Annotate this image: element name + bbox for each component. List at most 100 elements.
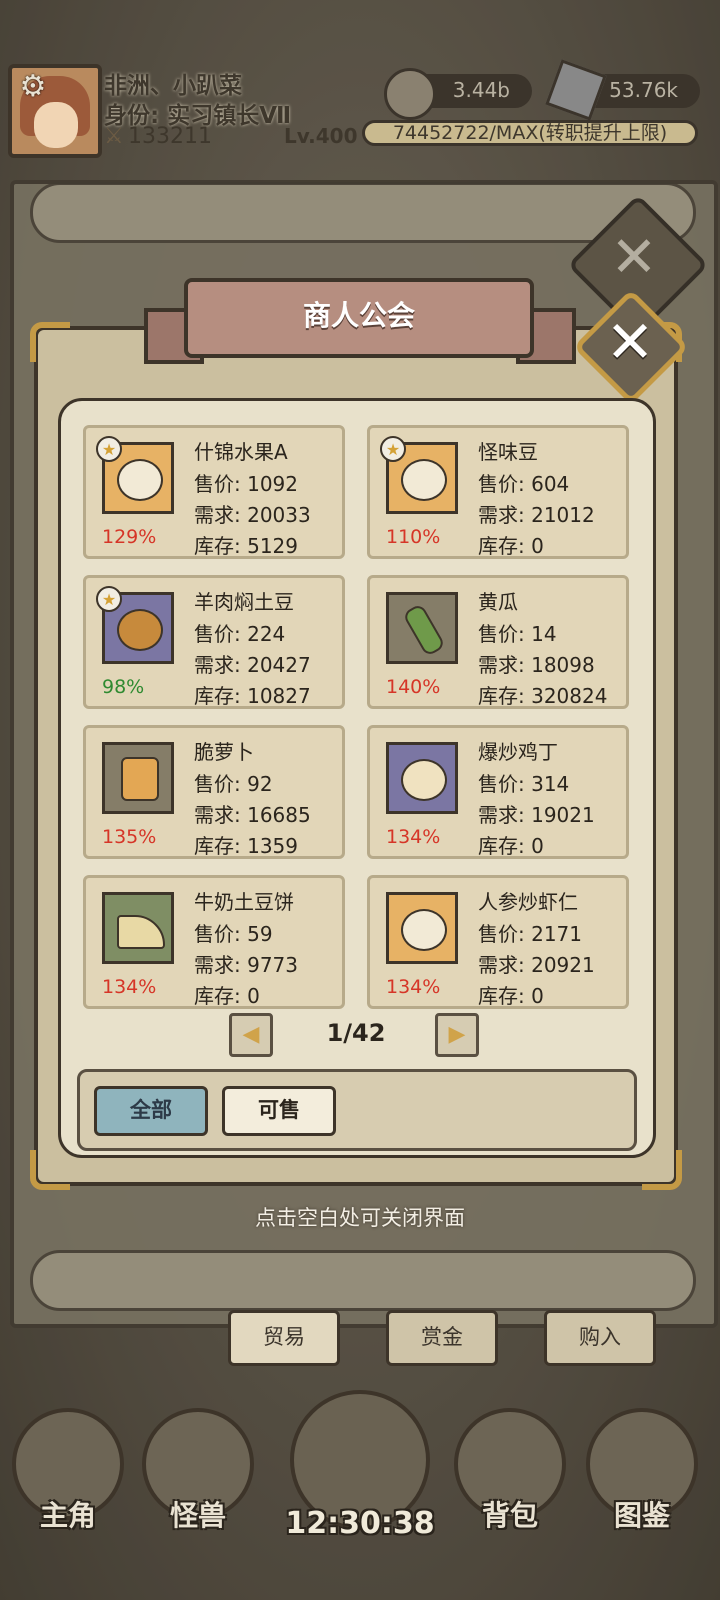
item-price: 售价: 59: [194, 922, 273, 946]
item-stock: 库存: 0: [478, 984, 544, 1008]
item-stock: 库存: 1359: [194, 834, 298, 858]
item-percent: 134%: [102, 976, 157, 998]
item-percent: 129%: [102, 526, 157, 548]
nav-bag-label: 背包: [481, 1499, 538, 1532]
star-icon: ★: [96, 586, 122, 612]
star-icon: ★: [96, 436, 122, 462]
item-card-3[interactable]: 140% 黄瓜 售价: 14 需求: 18098 库存: 320824: [367, 575, 629, 709]
item-name: 爆炒鸡丁: [478, 740, 558, 764]
item-demand: 需求: 19021: [478, 803, 595, 827]
cucumber-icon: [401, 602, 447, 658]
close-hint: 点击空白处可关闭界面: [255, 1206, 465, 1230]
item-demand: 需求: 16685: [194, 803, 311, 827]
potato-pancake-icon: [117, 915, 165, 949]
item-name: 牛奶土豆饼: [194, 890, 294, 914]
prev-page-button[interactable]: ◀: [229, 1013, 273, 1057]
item-stock: 库存: 0: [478, 834, 544, 858]
gem-icon: [545, 59, 607, 121]
filter-bar: 全部 可售: [77, 1069, 637, 1151]
power-row: ⚔ 133211: [104, 124, 212, 149]
item-stock: 库存: 0: [478, 534, 544, 558]
coin-value: 3.44b: [452, 78, 510, 102]
item-card-0[interactable]: ★ 129% 什锦水果A 售价: 1092 需求: 20033 库存: 5129: [83, 425, 345, 559]
panel-corner-ornament: [30, 1150, 70, 1190]
gem-counter[interactable]: 53.76k: [545, 59, 700, 121]
star-icon: ★: [380, 436, 406, 462]
sword-icon: ⚔: [104, 124, 124, 149]
game-clock: 12:30:38: [285, 1506, 435, 1541]
player-level: Lv.400: [284, 124, 358, 148]
pagination: ◀ 1/42 ▶: [61, 1013, 659, 1061]
item-percent: 140%: [386, 676, 441, 698]
item-image: [102, 892, 174, 964]
page-indicator: 1/42: [326, 1019, 386, 1047]
item-percent: 110%: [386, 526, 441, 548]
item-name: 怪味豆: [478, 440, 538, 464]
item-demand: 需求: 18098: [478, 653, 595, 677]
player-name: 非洲、小趴菜: [104, 73, 242, 99]
tab-bounty[interactable]: 赏金: [386, 1310, 498, 1366]
item-name: 羊肉焖土豆: [194, 590, 294, 614]
item-percent: 134%: [386, 826, 441, 848]
item-image: [386, 892, 458, 964]
item-demand: 需求: 9773: [194, 953, 298, 977]
item-stock: 库存: 320824: [478, 684, 608, 708]
nav-monster-label: 怪兽: [169, 1499, 226, 1532]
coin-counter[interactable]: 3.44b: [384, 68, 532, 120]
item-image: [386, 592, 458, 664]
item-stock: 库存: 0: [194, 984, 260, 1008]
item-price: 售价: 2171: [478, 922, 582, 946]
item-stock: 库存: 10827: [194, 684, 311, 708]
item-name: 脆萝卜: [194, 740, 254, 764]
coin-icon: [384, 68, 436, 120]
pickle-jar-icon: [121, 757, 159, 801]
nav-bag[interactable]: 背包: [450, 1408, 570, 1538]
item-demand: 需求: 21012: [478, 503, 595, 527]
item-list-area: ★ 129% 什锦水果A 售价: 1092 需求: 20033 库存: 5129…: [58, 398, 656, 1158]
item-card-1[interactable]: ★ 110% 怪味豆 售价: 604 需求: 21012 库存: 0: [367, 425, 629, 559]
panel-corner-ornament: [30, 322, 70, 362]
nav-monster[interactable]: 怪兽: [138, 1408, 258, 1538]
nav-codex[interactable]: 图鉴: [582, 1408, 702, 1538]
item-card-6[interactable]: 134% 牛奶土豆饼 售价: 59 需求: 9773 库存: 0: [83, 875, 345, 1009]
nav-hero[interactable]: 主角: [8, 1408, 128, 1538]
item-percent: 134%: [386, 976, 441, 998]
item-demand: 需求: 20921: [478, 953, 595, 977]
item-card-2[interactable]: ★ 98% 羊肉焖土豆 售价: 224 需求: 20427 库存: 10827: [83, 575, 345, 709]
item-demand: 需求: 20427: [194, 653, 311, 677]
item-price: 售价: 604: [478, 472, 570, 496]
item-price: 售价: 224: [194, 622, 286, 646]
item-price: 售价: 1092: [194, 472, 298, 496]
item-name: 人参炒虾仁: [478, 890, 578, 914]
shrimp-dish-icon: [401, 909, 447, 951]
item-demand: 需求: 20033: [194, 503, 311, 527]
item-card-7[interactable]: 134% 人参炒虾仁 售价: 2171 需求: 20921 库存: 0: [367, 875, 629, 1009]
stew-pot-icon: [117, 609, 163, 651]
gear-icon[interactable]: ⚙: [16, 70, 50, 104]
avatar-face: [34, 102, 78, 148]
bean-dish-icon: [401, 459, 447, 501]
tab-trade[interactable]: 贸易: [228, 1310, 340, 1366]
item-card-5[interactable]: 134% 爆炒鸡丁 售价: 314 需求: 19021 库存: 0: [367, 725, 629, 859]
item-price: 售价: 92: [194, 772, 273, 796]
panel-title: 商人公会: [302, 299, 415, 332]
exp-value: 74452722/MAX(转职提升上限): [392, 122, 668, 144]
filter-sellable-button[interactable]: 可售: [222, 1086, 336, 1136]
nav-codex-label: 图鉴: [613, 1499, 670, 1532]
merchant-guild-panel: 商人公会 ✕ ★ 129% 什锦水果A 售价: 1092 需求: 20033 库…: [30, 278, 689, 1190]
item-percent: 98%: [102, 676, 145, 698]
chicken-dish-icon: [401, 759, 447, 801]
fruit-basket-icon: [117, 459, 163, 501]
exp-bar: 74452722/MAX(转职提升上限): [362, 120, 698, 146]
filter-all-button[interactable]: 全部: [94, 1086, 208, 1136]
power-value: 133211: [128, 124, 212, 149]
item-price: 售价: 314: [478, 772, 570, 796]
item-card-4[interactable]: 135% 脆萝卜 售价: 92 需求: 16685 库存: 1359: [83, 725, 345, 859]
player-header: ⚙ 非洲、小趴菜 身份: 实习镇长Ⅶ ⚔ 133211 Lv.400 3.44b …: [0, 59, 720, 160]
nav-hero-label: 主角: [39, 1499, 96, 1532]
avatar[interactable]: ⚙: [8, 64, 102, 158]
item-image: [386, 742, 458, 814]
next-page-button[interactable]: ▶: [435, 1013, 479, 1057]
gem-value: 53.76k: [609, 78, 678, 102]
tab-buy[interactable]: 购入: [544, 1310, 656, 1366]
